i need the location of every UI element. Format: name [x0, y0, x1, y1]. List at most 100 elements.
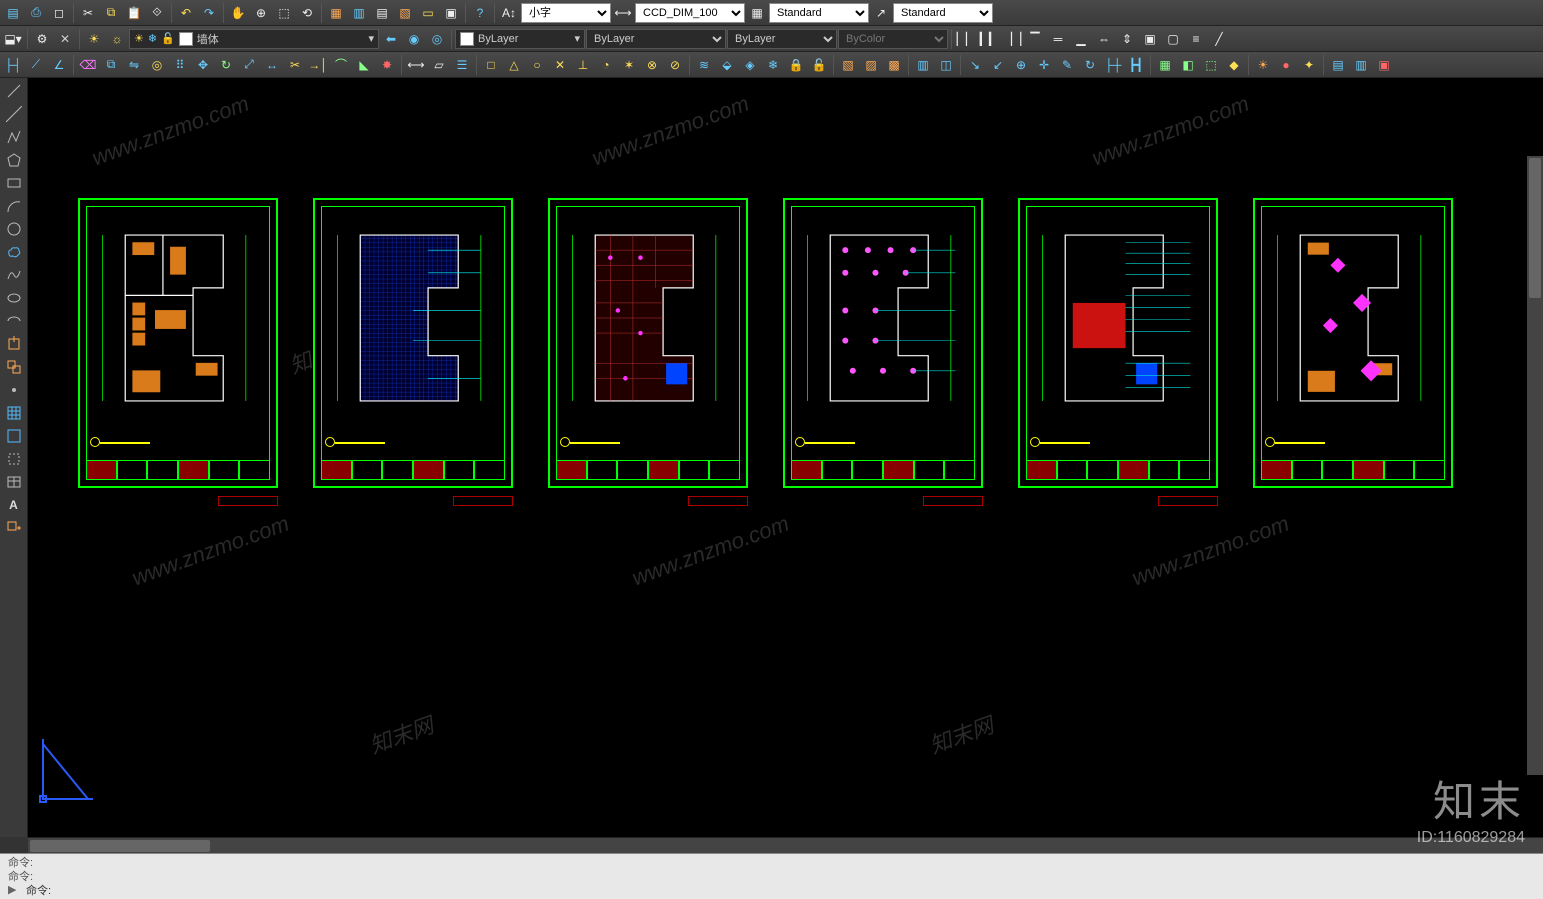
align-center-icon[interactable]: ▎▎ [978, 28, 1000, 50]
gear-icon[interactable]: ⚙ [31, 28, 53, 50]
block-create-icon[interactable]: ▨ [860, 54, 882, 76]
dim-update-icon[interactable]: ↻ [1079, 54, 1101, 76]
help-icon[interactable]: ? [469, 2, 491, 24]
align-top-icon[interactable]: ▔ [1024, 28, 1046, 50]
distribute-v-icon[interactable]: ⇕ [1116, 28, 1138, 50]
dimstyle-select[interactable]: CCD_DIM_100 [635, 3, 745, 23]
osnap-near-icon[interactable]: ✶ [618, 54, 640, 76]
print-icon[interactable]: ⎙ [25, 2, 47, 24]
array-icon[interactable]: ⠿ [169, 54, 191, 76]
revcloud-tool-icon[interactable] [2, 241, 26, 263]
tablestyle-select[interactable]: Standard [769, 3, 869, 23]
move-icon[interactable]: ✥ [192, 54, 214, 76]
copy-obj-icon[interactable]: ⧉ [100, 54, 122, 76]
dimstyle-icon[interactable]: ⟷ [612, 2, 634, 24]
rectangle-tool-icon[interactable] [2, 172, 26, 194]
arc-tool-icon[interactable] [2, 195, 26, 217]
circle-tool-icon[interactable] [2, 218, 26, 240]
paste-icon[interactable]: 📋 [123, 2, 145, 24]
calc-icon[interactable]: ▭ [417, 2, 439, 24]
horizontal-scrollbar[interactable] [28, 837, 1543, 853]
undo-icon[interactable]: ↶ [175, 2, 197, 24]
erase-icon[interactable]: ⌫ [77, 54, 99, 76]
mleaderstyle-icon[interactable]: ↗ [870, 2, 892, 24]
region-icon[interactable]: ◆ [1223, 54, 1245, 76]
layer-iso-icon[interactable]: ◉ [403, 28, 425, 50]
layer-select[interactable]: ☀ ❄ 🔓 墙体 ▾ [129, 29, 379, 49]
rotate-icon[interactable]: ↻ [215, 54, 237, 76]
cut-icon[interactable]: ✂ [77, 2, 99, 24]
zoom-window-icon[interactable]: ⬚ [273, 2, 295, 24]
hatch-back-icon[interactable]: ╱ [1208, 28, 1230, 50]
osnap-int-icon[interactable]: ✕ [549, 54, 571, 76]
region-tool-icon[interactable] [2, 448, 26, 470]
block-insert-icon[interactable]: ▧ [837, 54, 859, 76]
xline-tool-icon[interactable] [2, 103, 26, 125]
mlstyle-select[interactable]: Standard [893, 3, 993, 23]
ellipsearc-tool-icon[interactable] [2, 310, 26, 332]
text-front-icon[interactable]: ≡ [1185, 28, 1207, 50]
align-left-icon[interactable]: ▏▏ [955, 28, 977, 50]
tablestyle-icon[interactable]: ▦ [746, 2, 768, 24]
copy-icon[interactable]: ⧉ [100, 2, 122, 24]
distribute-h-icon[interactable]: ⇔ [1093, 28, 1115, 50]
leader-icon[interactable]: ↘ [964, 54, 986, 76]
express3-icon[interactable]: ▣ [1373, 54, 1395, 76]
layer-cur-icon[interactable]: ◈ [739, 54, 761, 76]
zoom-prev-icon[interactable]: ⟲ [296, 2, 318, 24]
express2-icon[interactable]: ▥ [1350, 54, 1372, 76]
workspace-icon[interactable]: ⬓▾ [2, 28, 24, 50]
command-input[interactable]: ▶ 命令: [0, 882, 1543, 898]
distance-icon[interactable]: ⟷ [405, 54, 427, 76]
layer-match-icon[interactable]: ⬙ [716, 54, 738, 76]
textstyle-select[interactable]: 小字 [521, 3, 611, 23]
mleader-icon[interactable]: ↙ [987, 54, 1009, 76]
redo-icon[interactable]: ↷ [198, 2, 220, 24]
textstyle-icon[interactable]: A↕ [498, 2, 520, 24]
light-icon[interactable]: ✦ [1298, 54, 1320, 76]
centermark-icon[interactable]: ✛ [1033, 54, 1055, 76]
align-mid-icon[interactable]: ═ [1047, 28, 1069, 50]
stretch-icon[interactable]: ↔ [261, 54, 283, 76]
osnap-none-icon[interactable]: ⊘ [664, 54, 686, 76]
dim-cont-icon[interactable]: ├┼ [1102, 54, 1124, 76]
chamfer-icon[interactable]: ◣ [353, 54, 375, 76]
layer-lock-icon[interactable]: 🔒 [785, 54, 807, 76]
area-icon[interactable]: ▱ [428, 54, 450, 76]
polyline-tool-icon[interactable] [2, 126, 26, 148]
layer-prev-icon[interactable]: ⬅ [380, 28, 402, 50]
addselected-tool-icon[interactable] [2, 517, 26, 539]
sheetset-icon[interactable]: ▤ [371, 2, 393, 24]
layer-state-icon[interactable]: ☼ [106, 28, 128, 50]
lineweight-select[interactable]: ByLayer [586, 29, 726, 49]
linear-dim-icon[interactable]: ├┤ [2, 54, 24, 76]
zoom-realtime-icon[interactable]: ⊕ [250, 2, 272, 24]
layer-off-icon[interactable]: ◎ [426, 28, 448, 50]
osnap-mid-icon[interactable]: △ [503, 54, 525, 76]
ellipse-tool-icon[interactable] [2, 287, 26, 309]
offset-icon[interactable]: ◎ [146, 54, 168, 76]
layer-walk-icon[interactable]: ≋ [693, 54, 715, 76]
bring-front-icon[interactable]: ▣ [1139, 28, 1161, 50]
trim-icon[interactable]: ✂ [284, 54, 306, 76]
markup-icon[interactable]: ▣ [440, 2, 462, 24]
osnap-end-icon[interactable]: □ [480, 54, 502, 76]
bycolor-select[interactable]: ByColor [838, 29, 948, 49]
scale-icon[interactable]: ⤢ [238, 54, 260, 76]
viewport2-icon[interactable]: ◫ [935, 54, 957, 76]
osnap-per-icon[interactable]: ⊥ [572, 54, 594, 76]
layer-manager-icon[interactable]: ☀ [83, 28, 105, 50]
osnap-cen-icon[interactable]: ○ [526, 54, 548, 76]
osnap-node-icon[interactable]: ⊗ [641, 54, 663, 76]
angular-dim-icon[interactable]: ∠ [48, 54, 70, 76]
properties-icon[interactable]: ▦ [325, 2, 347, 24]
point-tool-icon[interactable] [2, 379, 26, 401]
gradient-tool-icon[interactable] [2, 425, 26, 447]
insert-block-tool-icon[interactable] [2, 333, 26, 355]
drawing-canvas[interactable]: www.znzmo.com www.znzmo.com www.znzmo.co… [28, 78, 1543, 837]
osnap-tan-icon[interactable]: ◔ [595, 54, 617, 76]
tolerance-icon[interactable]: ⊕ [1010, 54, 1032, 76]
boundary-icon[interactable]: ⬚ [1200, 54, 1222, 76]
material-icon[interactable]: ● [1275, 54, 1297, 76]
layer-unlock-icon[interactable]: 🔓 [808, 54, 830, 76]
